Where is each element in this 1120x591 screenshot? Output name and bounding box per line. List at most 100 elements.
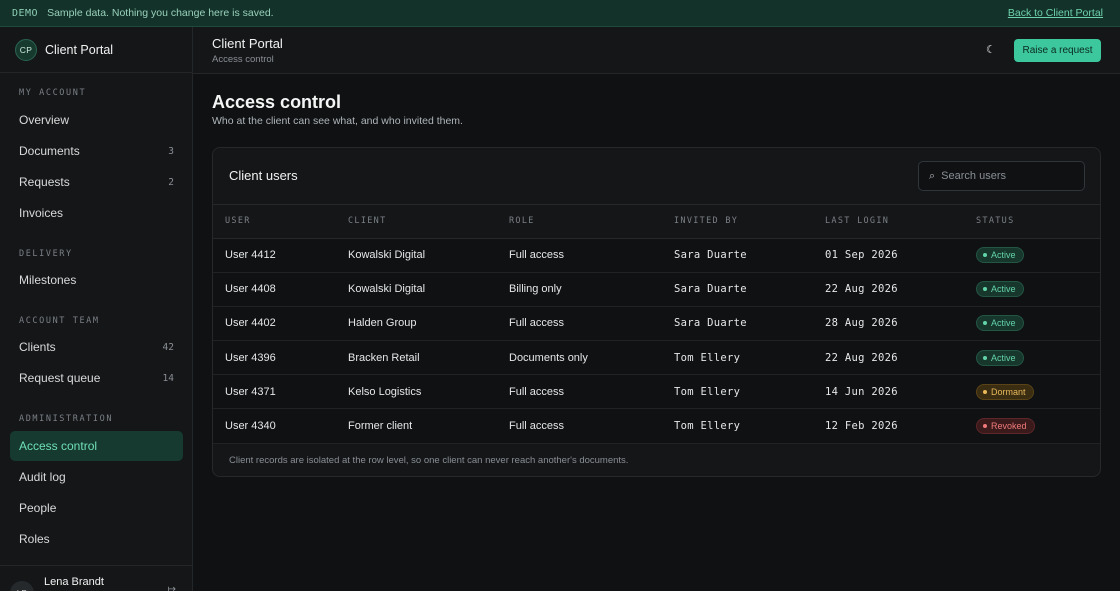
sidebar-item-count: 14	[162, 372, 174, 384]
column-header-user[interactable]: USER	[213, 205, 336, 239]
status-badge: Active	[976, 281, 1024, 298]
column-header-status[interactable]: STATUS	[964, 205, 1100, 239]
cell-user: User 4340	[213, 408, 336, 444]
sidebar-item-label: People	[19, 501, 57, 515]
sidebar-item-overview[interactable]: Overview	[10, 105, 183, 135]
search-input[interactable]	[941, 170, 1062, 182]
column-header-role[interactable]: ROLE	[497, 205, 662, 239]
cell-status: Active	[964, 340, 1100, 376]
demo-tag: DEMO	[12, 7, 39, 19]
cell-status: Active	[964, 238, 1100, 273]
cell-client: Halden Group	[336, 306, 497, 342]
sidebar-item-count: 3	[168, 145, 174, 157]
column-header-client[interactable]: CLIENT	[336, 205, 497, 239]
demo-banner: DEMO Sample data. Nothing you change her…	[0, 0, 1120, 27]
status-label: Active	[991, 352, 1016, 363]
sidebar-item-label: Roles	[19, 532, 50, 546]
sidebar: CP Client Portal MY ACCOUNT Overview Doc…	[0, 27, 193, 591]
table-row[interactable]: User 4371 Kelso Logistics Full access To…	[213, 374, 1100, 410]
user-menu[interactable]: LB Lena Brandt ↦	[0, 565, 193, 591]
status-dot	[983, 253, 987, 258]
status-badge: Dormant	[976, 383, 1034, 400]
cell-status: Revoked	[964, 408, 1100, 444]
sidebar-item-milestones[interactable]: Milestones	[10, 265, 183, 295]
demo-message: Sample data. Nothing you change here is …	[47, 7, 274, 19]
brand[interactable]: CP Client Portal	[0, 27, 192, 73]
sidebar-item-requests[interactable]: Requests 2	[10, 167, 183, 197]
top-header: Client Portal Access control ☾ Raise a r…	[193, 27, 1120, 74]
cell-user: User 4412	[213, 238, 336, 273]
sidebar-item-label: Requests	[19, 175, 70, 189]
section-my-account: MY ACCOUNT	[19, 88, 87, 98]
table-row[interactable]: User 4412 Kowalski Digital Full access S…	[213, 238, 1100, 273]
column-header-last-login[interactable]: LAST LOGIN	[813, 205, 964, 239]
status-badge: Active	[976, 315, 1024, 332]
sidebar-item-count: 2	[168, 176, 174, 188]
header-title: Client Portal	[212, 36, 283, 51]
table-row[interactable]: User 4340 Former client Full access Tom …	[213, 408, 1100, 444]
status-label: Dormant	[991, 386, 1026, 397]
card-header: Client users ⌕	[213, 148, 1100, 205]
table-row[interactable]: User 4408 Kowalski Digital Billing only …	[213, 272, 1100, 307]
page-title: Access control	[212, 92, 342, 112]
client-users-card: Client users ⌕ USER CLIENT ROLE INVITED …	[212, 147, 1101, 477]
sidebar-item-people[interactable]: People	[10, 493, 183, 523]
cell-status: Dormant	[964, 374, 1100, 410]
breadcrumb: Access control	[212, 54, 274, 65]
search-icon: ⌕	[929, 169, 936, 182]
sidebar-item-invoices[interactable]: Invoices	[10, 198, 183, 228]
sidebar-item-access-control[interactable]: Access control	[10, 431, 183, 461]
status-badge: Revoked	[976, 418, 1035, 435]
brand-logo: CP	[15, 38, 37, 61]
sidebar-item-request-queue[interactable]: Request queue 14	[10, 363, 183, 393]
cell-user: User 4396	[213, 340, 336, 376]
column-header-invited-by[interactable]: INVITED BY	[662, 205, 813, 239]
cell-user: User 4371	[213, 374, 336, 410]
cell-invited-by: Tom Ellery	[662, 374, 813, 410]
cell-role: Full access	[497, 306, 662, 342]
table-row[interactable]: User 4402 Halden Group Full access Sara …	[213, 306, 1100, 342]
sidebar-item-label: Access control	[19, 439, 98, 453]
cell-last-login: 22 Aug 2026	[813, 272, 964, 307]
cell-role: Billing only	[497, 272, 662, 307]
back-to-portal-link[interactable]: Back to Client Portal	[1008, 7, 1103, 19]
sidebar-item-clients[interactable]: Clients 42	[10, 332, 183, 362]
status-label: Active	[991, 318, 1016, 329]
cell-role: Full access	[497, 238, 662, 273]
sidebar-item-audit-log[interactable]: Audit log	[10, 462, 183, 492]
table-row[interactable]: User 4396 Bracken Retail Documents only …	[213, 340, 1100, 376]
cell-invited-by: Sara Duarte	[662, 238, 813, 273]
sidebar-item-documents[interactable]: Documents 3	[10, 136, 183, 166]
sign-out-icon[interactable]: ↦	[168, 584, 176, 591]
avatar: LB	[10, 581, 34, 591]
cell-last-login: 22 Aug 2026	[813, 340, 964, 376]
cell-invited-by: Tom Ellery	[662, 340, 813, 376]
cell-role: Full access	[497, 408, 662, 444]
brand-name: Client Portal	[45, 42, 114, 57]
cell-invited-by: Sara Duarte	[662, 306, 813, 342]
cell-last-login: 28 Aug 2026	[813, 306, 964, 342]
cell-user: User 4408	[213, 272, 336, 307]
search-box[interactable]: ⌕	[918, 161, 1085, 191]
moon-icon[interactable]: ☾	[986, 44, 998, 56]
cell-client: Former client	[336, 408, 497, 444]
section-delivery: DELIVERY	[19, 249, 73, 259]
page-subtitle: Who at the client can see what, and who …	[212, 115, 463, 127]
status-dot	[983, 389, 987, 394]
status-label: Active	[991, 250, 1016, 261]
cell-last-login: 14 Jun 2026	[813, 374, 964, 410]
raise-request-button[interactable]: Raise a request	[1014, 39, 1101, 62]
status-badge: Active	[976, 247, 1024, 264]
cell-role: Documents only	[497, 340, 662, 376]
status-dot	[983, 287, 987, 292]
sidebar-item-label: Clients	[19, 340, 56, 354]
section-administration: ADMINISTRATION	[19, 414, 114, 424]
card-title: Client users	[229, 168, 298, 183]
table-footnote: Client records are isolated at the row l…	[229, 454, 629, 466]
users-table: USER CLIENT ROLE INVITED BY LAST LOGIN S…	[213, 205, 1100, 444]
sidebar-item-roles[interactable]: Roles	[10, 524, 183, 554]
sidebar-item-label: Milestones	[19, 273, 77, 287]
cell-status: Active	[964, 272, 1100, 307]
sidebar-item-label: Invoices	[19, 206, 64, 220]
sidebar-item-label: Request queue	[19, 371, 101, 385]
